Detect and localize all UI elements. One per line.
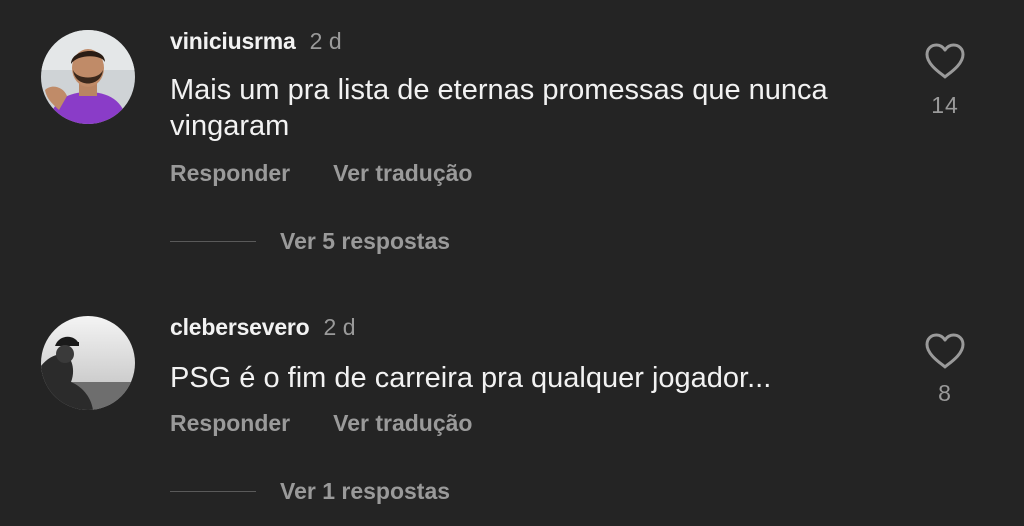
view-replies-button[interactable]: Ver 5 respostas [280, 228, 450, 255]
view-replies[interactable]: Ver 5 respostas [170, 228, 450, 255]
see-translation-button[interactable]: Ver tradução [333, 160, 472, 187]
like-control: 8 [922, 332, 968, 407]
replies-divider [170, 240, 256, 243]
timestamp: 2 d [323, 313, 356, 340]
username[interactable]: viniciusrma [170, 28, 296, 55]
like-count: 14 [931, 92, 959, 118]
username[interactable]: clebersevero [170, 314, 310, 341]
heart-outline-icon[interactable] [924, 42, 966, 80]
view-replies[interactable]: Ver 1 respostas [170, 478, 450, 505]
heart-outline-icon[interactable] [924, 332, 966, 370]
reply-button[interactable]: Responder [170, 410, 290, 437]
comment-actions: Responder Ver tradução [170, 410, 515, 437]
timestamp: 2 d [309, 27, 342, 54]
comment-text: PSG é o fim de carreira pra qualquer jog… [170, 362, 772, 394]
avatar[interactable] [41, 316, 135, 410]
avatar[interactable] [41, 30, 135, 124]
comment-header: clebersevero 2 d [170, 312, 356, 342]
like-count: 8 [938, 380, 952, 406]
comment-actions: Responder Ver tradução [170, 160, 515, 187]
reply-button[interactable]: Responder [170, 160, 290, 187]
replies-divider [170, 490, 256, 493]
comment-text: Mais um pra lista de eternas promessas q… [170, 74, 828, 142]
view-replies-button[interactable]: Ver 1 respostas [280, 478, 450, 505]
comment-header: viniciusrma 2 d [170, 26, 342, 56]
like-control: 14 [922, 42, 968, 119]
see-translation-button[interactable]: Ver tradução [333, 410, 472, 437]
